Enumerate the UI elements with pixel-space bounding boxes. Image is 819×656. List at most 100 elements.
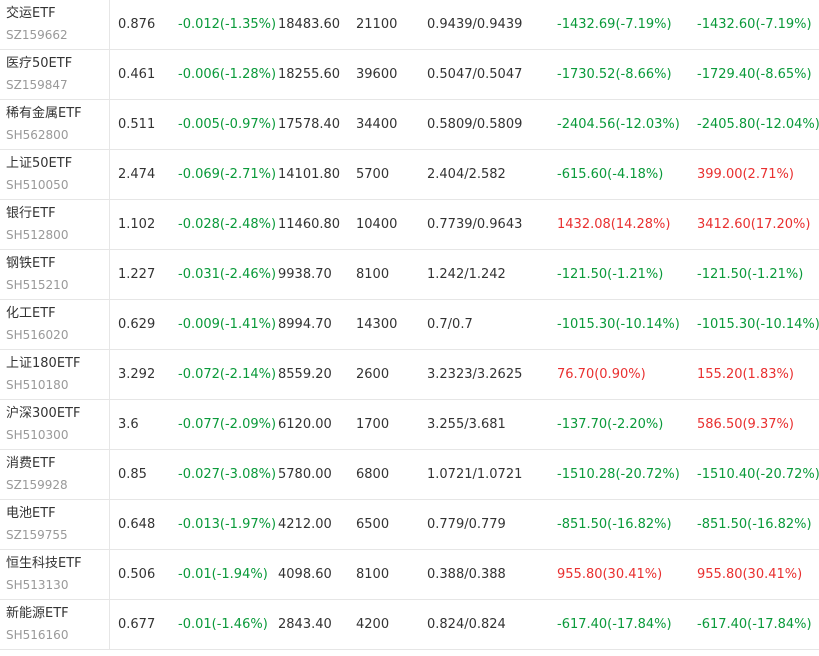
fund-name-cell[interactable]: 化工ETF SH516020 (0, 300, 110, 349)
fund-name-cell[interactable]: 恒生科技ETF SH513130 (0, 550, 110, 599)
shares-cell: 6800 (356, 467, 390, 482)
table-row[interactable]: 医疗50ETF SZ159847 0.461 -0.006(-1.28%) 18… (0, 50, 819, 100)
floating-pnl-cell: 955.80(30.41%) (557, 567, 663, 582)
shares-cell: 8100 (356, 267, 390, 282)
total-pnl-cell: -2405.80(-12.04%) (697, 117, 819, 132)
fund-name-cell[interactable]: 新能源ETF SH516160 (0, 600, 110, 649)
fund-name[interactable]: 恒生科技ETF (6, 555, 82, 573)
fund-name-cell[interactable]: 钢铁ETF SH515210 (0, 250, 110, 299)
price-cell: 0.629 (118, 317, 156, 332)
table-row[interactable]: 交运ETF SZ159662 0.876 -0.012(-1.35%) 1848… (0, 0, 819, 50)
fund-name[interactable]: 钢铁ETF (6, 255, 56, 273)
total-pnl-cell: -851.50(-16.82%) (697, 517, 812, 532)
fund-name-cell[interactable]: 电池ETF SZ159755 (0, 500, 110, 549)
price-cell: 3.292 (118, 367, 156, 382)
fund-name[interactable]: 稀有金属ETF (6, 105, 82, 123)
fund-name-cell[interactable]: 交运ETF SZ159662 (0, 0, 110, 49)
fund-name[interactable]: 医疗50ETF (6, 55, 72, 73)
market-value-cell: 11460.80 (278, 217, 341, 232)
fund-code: SH513130 (6, 578, 69, 592)
shares-cell: 39600 (356, 67, 398, 82)
price-cell: 0.876 (118, 17, 156, 32)
market-value-cell: 18483.60 (278, 17, 341, 32)
table-row[interactable]: 恒生科技ETF SH513130 0.506 -0.01(-1.94%) 409… (0, 550, 819, 600)
shares-cell: 14300 (356, 317, 398, 332)
table-row[interactable]: 上证180ETF SH510180 3.292 -0.072(-2.14%) 8… (0, 350, 819, 400)
fund-name[interactable]: 银行ETF (6, 205, 56, 223)
table-row[interactable]: 消费ETF SZ159928 0.85 -0.027(-3.08%) 5780.… (0, 450, 819, 500)
change-cell: -0.072(-2.14%) (178, 367, 277, 382)
floating-pnl-cell: -617.40(-17.84%) (557, 617, 672, 632)
change-cell: -0.01(-1.46%) (178, 617, 268, 632)
price-cell: 0.506 (118, 567, 156, 582)
change-cell: -0.006(-1.28%) (178, 67, 277, 82)
total-pnl-cell: -617.40(-17.84%) (697, 617, 812, 632)
market-value-cell: 17578.40 (278, 117, 341, 132)
total-pnl-cell: 155.20(1.83%) (697, 367, 794, 382)
floating-pnl-cell: -851.50(-16.82%) (557, 517, 672, 532)
fund-name-cell[interactable]: 银行ETF SH512800 (0, 200, 110, 249)
table-row[interactable]: 稀有金属ETF SH562800 0.511 -0.005(-0.97%) 17… (0, 100, 819, 150)
table-row[interactable]: 上证50ETF SH510050 2.474 -0.069(-2.71%) 14… (0, 150, 819, 200)
cost-cell: 0.9439/0.9439 (427, 17, 523, 32)
fund-name[interactable]: 新能源ETF (6, 605, 69, 623)
change-cell: -0.009(-1.41%) (178, 317, 277, 332)
table-row[interactable]: 钢铁ETF SH515210 1.227 -0.031(-2.46%) 9938… (0, 250, 819, 300)
fund-code: SH516020 (6, 328, 69, 342)
fund-name[interactable]: 化工ETF (6, 305, 56, 323)
cost-cell: 0.5809/0.5809 (427, 117, 523, 132)
fund-name-cell[interactable]: 沪深300ETF SH510300 (0, 400, 110, 449)
change-cell: -0.01(-1.94%) (178, 567, 268, 582)
shares-cell: 10400 (356, 217, 398, 232)
fund-name[interactable]: 交运ETF (6, 5, 56, 23)
table-row[interactable]: 电池ETF SZ159755 0.648 -0.013(-1.97%) 4212… (0, 500, 819, 550)
total-pnl-cell: -121.50(-1.21%) (697, 267, 804, 282)
total-pnl-cell: -1729.40(-8.65%) (697, 67, 812, 82)
shares-cell: 21100 (356, 17, 398, 32)
fund-code: SH510300 (6, 428, 69, 442)
change-cell: -0.028(-2.48%) (178, 217, 277, 232)
table-row[interactable]: 沪深300ETF SH510300 3.6 -0.077(-2.09%) 612… (0, 400, 819, 450)
fund-name-cell[interactable]: 消费ETF SZ159928 (0, 450, 110, 499)
shares-cell: 1700 (356, 417, 390, 432)
fund-name-cell[interactable]: 上证180ETF SH510180 (0, 350, 110, 399)
total-pnl-cell: -1432.60(-7.19%) (697, 17, 812, 32)
total-pnl-cell: -1510.40(-20.72%) (697, 467, 819, 482)
floating-pnl-cell: -1730.52(-8.66%) (557, 67, 672, 82)
price-cell: 0.461 (118, 67, 156, 82)
fund-name[interactable]: 消费ETF (6, 455, 56, 473)
total-pnl-cell: -1015.30(-10.14%) (697, 317, 819, 332)
table-row[interactable]: 银行ETF SH512800 1.102 -0.028(-2.48%) 1146… (0, 200, 819, 250)
fund-name-cell[interactable]: 医疗50ETF SZ159847 (0, 50, 110, 99)
shares-cell: 8100 (356, 567, 390, 582)
fund-name-cell[interactable]: 稀有金属ETF SH562800 (0, 100, 110, 149)
floating-pnl-cell: -137.70(-2.20%) (557, 417, 664, 432)
fund-code: SH515210 (6, 278, 69, 292)
fund-code: SZ159755 (6, 528, 68, 542)
fund-name[interactable]: 电池ETF (6, 505, 56, 523)
fund-name-cell[interactable]: 上证50ETF SH510050 (0, 150, 110, 199)
fund-name[interactable]: 沪深300ETF (6, 405, 80, 423)
cost-cell: 0.5047/0.5047 (427, 67, 523, 82)
cost-cell: 3.2323/3.2625 (427, 367, 523, 382)
table-row[interactable]: 化工ETF SH516020 0.629 -0.009(-1.41%) 8994… (0, 300, 819, 350)
change-cell: -0.005(-0.97%) (178, 117, 277, 132)
market-value-cell: 2843.40 (278, 617, 332, 632)
market-value-cell: 5780.00 (278, 467, 332, 482)
price-cell: 1.227 (118, 267, 156, 282)
market-value-cell: 9938.70 (278, 267, 332, 282)
market-value-cell: 18255.60 (278, 67, 341, 82)
shares-cell: 2600 (356, 367, 390, 382)
fund-name[interactable]: 上证50ETF (6, 155, 72, 173)
price-cell: 2.474 (118, 167, 156, 182)
holdings-table: 交运ETF SZ159662 0.876 -0.012(-1.35%) 1848… (0, 0, 819, 650)
price-cell: 0.85 (118, 467, 147, 482)
price-cell: 0.648 (118, 517, 156, 532)
change-cell: -0.027(-3.08%) (178, 467, 277, 482)
floating-pnl-cell: -1510.28(-20.72%) (557, 467, 680, 482)
cost-cell: 0.824/0.824 (427, 617, 506, 632)
fund-name[interactable]: 上证180ETF (6, 355, 80, 373)
fund-code: SZ159847 (6, 78, 68, 92)
table-row[interactable]: 新能源ETF SH516160 0.677 -0.01(-1.46%) 2843… (0, 600, 819, 650)
change-cell: -0.077(-2.09%) (178, 417, 277, 432)
